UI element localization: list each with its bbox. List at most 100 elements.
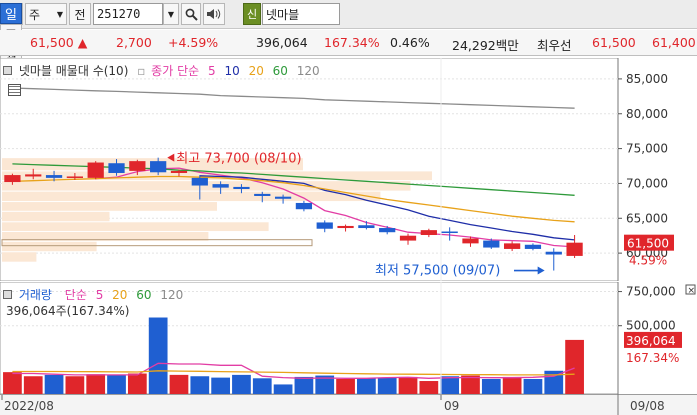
volume-bar: [565, 339, 584, 394]
volume-bar: [127, 373, 147, 394]
candle-body: [129, 161, 146, 171]
ma120-label: 120: [296, 64, 320, 78]
volume-bar: [440, 376, 460, 394]
change-percent: +4.59%: [168, 35, 219, 50]
volume-profile-bar: [2, 222, 269, 232]
candle-body: [191, 177, 208, 186]
speaker-icon[interactable]: [203, 3, 225, 25]
volume-bar: [252, 378, 272, 394]
price-tick-label: 70,000: [626, 176, 668, 190]
candle-body: [399, 235, 417, 241]
volume-bar: [398, 376, 418, 394]
current-price: 61,500 ▲: [30, 35, 88, 50]
period-button[interactable]: 일: [0, 3, 22, 24]
volume-bar: [419, 381, 439, 394]
ma20-label: 20: [248, 64, 264, 78]
turnover-rate: 0.46%: [390, 35, 430, 50]
price-chart[interactable]: 85,00080,00075,00070,00065,00060,000최고 7…: [0, 58, 697, 281]
candle-body: [25, 174, 42, 177]
x-axis-band: [0, 394, 697, 415]
price-legend-title: 넷마블 매물대 수(10): [18, 64, 129, 78]
vol-ma-legend-label: 단순: [64, 288, 87, 302]
last-price-tag-label: 61,500: [627, 237, 669, 251]
candle-body: [295, 202, 313, 210]
toolbar: 주 ▼ 전 251270 ▼ 신 넷마블 일주월년분초틱135102030601…: [0, 0, 697, 278]
legend-sep: ▫: [137, 64, 146, 78]
candle-body: [483, 240, 500, 248]
candle-body: [420, 230, 437, 236]
vol-ma60-label: 60: [136, 288, 152, 302]
volume-bar: [294, 376, 314, 394]
pref-label: 최우선: [537, 38, 572, 53]
candle-body: [566, 242, 583, 256]
price-tick-label: 75,000: [626, 142, 668, 156]
candle-body: [274, 196, 292, 199]
ma-legend-label: 종가 단순: [151, 64, 200, 78]
volume-bar: [44, 374, 64, 394]
table-view-icon[interactable]: [8, 84, 21, 96]
price-tick-label: 65,000: [626, 211, 668, 225]
volume-profile-bar: [2, 202, 217, 211]
candle-body: [4, 175, 21, 183]
x-axis: 2022/08 09 09/08: [0, 394, 697, 415]
chevron-down-icon: ▼: [56, 9, 63, 19]
stock-name-field[interactable]: 넷마블: [262, 3, 340, 25]
volume-tick-label: 750,000: [626, 285, 676, 299]
x-cursor-label: 09/08: [630, 399, 665, 413]
up-arrow-icon: ▲: [77, 35, 88, 50]
candle-body: [316, 222, 333, 229]
volume-ratio: 167.34%: [324, 35, 380, 50]
last-change-tag: 4.59%: [629, 254, 667, 268]
candle-body: [212, 184, 229, 188]
volume-bar: [232, 374, 251, 394]
volume-bar: [169, 374, 189, 394]
volume-bar: [502, 376, 522, 394]
close-icon-glyph: ×: [688, 286, 696, 296]
volume-bar: [523, 378, 543, 394]
market-select-label: 주: [29, 7, 41, 22]
legend-toggle-icon[interactable]: [3, 66, 12, 75]
search-icon[interactable]: [181, 3, 201, 25]
volume-bar: [461, 375, 480, 394]
best-bid: 61,400: [652, 35, 696, 50]
volume-bar: [481, 378, 501, 394]
candle-body: [45, 175, 63, 178]
candle-body: [524, 244, 542, 249]
last-ratio-tag: 167.34%: [626, 351, 679, 365]
price-tick-label: 85,000: [626, 72, 668, 86]
volume-bar: [190, 376, 210, 394]
candle-body: [87, 162, 104, 178]
high-annotation: 최고 73,700 (08/10): [176, 152, 301, 167]
volume-tick-label: 500,000: [626, 319, 676, 333]
candle-body: [150, 161, 167, 173]
stock-code-input[interactable]: 251270: [93, 3, 163, 25]
volume-profile-bar: [2, 211, 110, 222]
volume-bar: [3, 372, 22, 394]
vol-ma5-label: 5: [95, 288, 104, 302]
candle-body: [441, 231, 458, 234]
volume-bar: [211, 377, 230, 394]
candle-body: [66, 176, 83, 178]
credit-badge: 신: [243, 3, 261, 25]
volume-bar: [336, 378, 355, 394]
x-axis-label: 2022/08: [4, 399, 54, 413]
candle-body: [504, 243, 521, 249]
volume-bar: [65, 376, 85, 394]
vol-ma120-label: 120: [160, 288, 184, 302]
volume-bar: [357, 378, 376, 394]
chevron-down-icon[interactable]: ▼: [163, 3, 179, 25]
legend-toggle-icon[interactable]: [3, 290, 12, 299]
candle-body: [379, 228, 396, 233]
candle-body: [462, 238, 479, 244]
volume-bar: [377, 377, 397, 394]
trade-value: 24,292백만: [452, 38, 519, 53]
volume-bar: [86, 374, 106, 394]
prev-button[interactable]: 전: [69, 3, 91, 25]
volume-bar: [107, 374, 126, 394]
candle-body: [170, 170, 188, 173]
volume-bar: [23, 376, 43, 394]
ma60-label: 60: [272, 64, 288, 78]
ma10-label: 10: [224, 64, 240, 78]
volume-bar: [273, 384, 293, 394]
market-select[interactable]: 주 ▼: [25, 3, 67, 25]
